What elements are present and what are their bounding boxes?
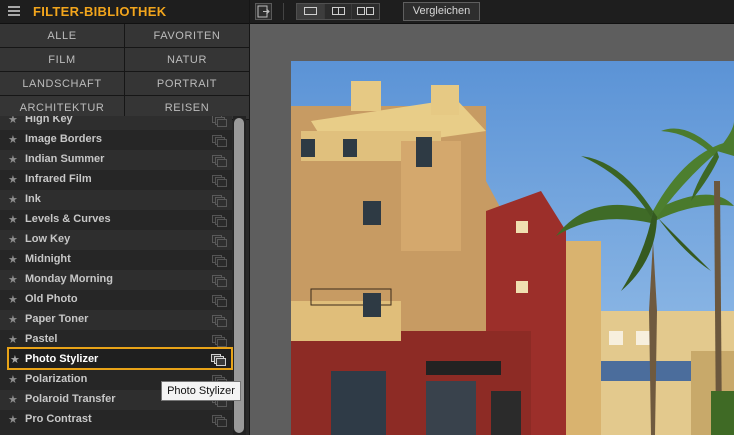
favorite-star-icon[interactable]: ★ (8, 273, 18, 286)
filter-label: Paper Toner (25, 313, 89, 325)
presets-stack-icon[interactable] (212, 295, 227, 307)
favorite-star-icon[interactable]: ★ (8, 116, 18, 126)
filter-label: Indian Summer (25, 153, 105, 165)
filter-label: Polaroid Transfer (25, 393, 116, 405)
menu-icon[interactable] (8, 6, 20, 17)
filter-list-item[interactable]: ★ Ink (0, 190, 232, 210)
favorite-star-icon[interactable]: ★ (8, 333, 18, 346)
panel-header: FILTER-BIBLIOTHEK (0, 0, 249, 24)
preview-toolbar: Vergleichen (250, 0, 734, 24)
presets-stack-icon[interactable] (212, 175, 227, 187)
favorite-star-icon[interactable]: ★ (8, 153, 18, 166)
presets-stack-icon[interactable] (212, 235, 227, 247)
filter-list-item[interactable]: ★ Infrared Film (0, 170, 232, 190)
filter-label: Ink (25, 193, 41, 205)
presets-stack-icon[interactable] (212, 335, 227, 347)
filter-label: Levels & Curves (25, 213, 111, 225)
category-row: ALLE FAVORITEN (0, 24, 249, 48)
filter-label: Image Borders (25, 133, 103, 145)
filter-label: Old Photo (25, 293, 78, 305)
favorite-star-icon[interactable]: ★ (8, 373, 18, 386)
toolbar-divider (283, 3, 284, 20)
filter-label: Monday Morning (25, 273, 113, 285)
filter-list-item[interactable]: ★ High Key (0, 116, 232, 130)
category-tab-portrait[interactable]: PORTRAIT (125, 72, 249, 95)
category-tab-film[interactable]: FILM (0, 48, 125, 71)
filter-list-item[interactable]: ★ Old Photo (0, 290, 232, 310)
compare-button[interactable]: Vergleichen (403, 2, 480, 21)
tooltip: Photo Stylizer (161, 381, 241, 401)
split-view-button[interactable] (324, 4, 353, 19)
favorite-star-icon[interactable]: ★ (8, 213, 18, 226)
favorite-star-icon[interactable]: ★ (8, 193, 18, 206)
preview-canvas (250, 24, 734, 435)
favorite-star-icon[interactable]: ★ (10, 353, 20, 366)
filter-label: Polarization (25, 373, 88, 385)
selected-filter-item[interactable]: ★ Photo Stylizer (7, 347, 233, 370)
filter-list-item[interactable]: ★ Monday Morning (0, 270, 232, 290)
category-row: FILM NATUR (0, 48, 249, 72)
category-tab-landschaft[interactable]: LANDSCHAFT (0, 72, 125, 95)
filter-list-item[interactable]: ★ Low Key (0, 230, 232, 250)
favorite-star-icon[interactable]: ★ (8, 233, 18, 246)
single-view-button[interactable] (297, 4, 325, 19)
category-row: LANDSCHAFT PORTRAIT (0, 72, 249, 96)
exit-icon[interactable] (255, 3, 272, 20)
presets-stack-icon[interactable] (212, 195, 227, 207)
presets-stack-icon[interactable] (212, 275, 227, 287)
favorite-star-icon[interactable]: ★ (8, 293, 18, 306)
filter-label: Low Key (25, 233, 71, 245)
category-tab-favoriten[interactable]: FAVORITEN (125, 24, 249, 47)
presets-stack-icon[interactable] (211, 354, 226, 366)
filter-label: Pastel (25, 333, 58, 345)
preview-photo (291, 61, 734, 435)
favorite-star-icon[interactable]: ★ (8, 173, 18, 186)
filter-list-item[interactable]: ★ Pro Contrast (0, 410, 232, 430)
favorite-star-icon[interactable]: ★ (8, 133, 18, 146)
filter-list-item[interactable]: ★ Levels & Curves (0, 210, 232, 230)
presets-stack-icon[interactable] (212, 116, 227, 127)
filter-list-item[interactable]: ★ Midnight (0, 250, 232, 270)
preview-area: Vergleichen (250, 0, 734, 435)
panel-title: FILTER-BIBLIOTHEK (33, 4, 167, 19)
filter-list-item[interactable]: ★ Paper Toner (0, 310, 232, 330)
presets-stack-icon[interactable] (212, 155, 227, 167)
side-by-side-view-button[interactable] (352, 4, 380, 19)
presets-stack-icon[interactable] (212, 135, 227, 147)
favorite-star-icon[interactable]: ★ (8, 313, 18, 326)
favorite-star-icon[interactable]: ★ (8, 413, 18, 426)
category-tab-natur[interactable]: NATUR (125, 48, 249, 71)
filter-label: Infrared Film (25, 173, 92, 185)
filter-label: High Key (25, 116, 73, 125)
selected-filter-label: Photo Stylizer (25, 353, 99, 365)
presets-stack-icon[interactable] (212, 315, 227, 327)
filter-list-item[interactable]: ★ Indian Summer (0, 150, 232, 170)
view-mode-group (296, 3, 380, 20)
favorite-star-icon[interactable]: ★ (8, 393, 18, 406)
category-tab-alle[interactable]: ALLE (0, 24, 125, 47)
presets-stack-icon[interactable] (212, 255, 227, 267)
presets-stack-icon[interactable] (212, 415, 227, 427)
presets-stack-icon[interactable] (212, 215, 227, 227)
filter-list-item[interactable]: ★ Image Borders (0, 130, 232, 150)
category-grid: ALLE FAVORITEN FILM NATUR LANDSCHAFT PORTRAIT… (0, 24, 249, 120)
filter-label: Pro Contrast (25, 413, 92, 425)
filter-label: Midnight (25, 253, 71, 265)
favorite-star-icon[interactable]: ★ (8, 253, 18, 266)
